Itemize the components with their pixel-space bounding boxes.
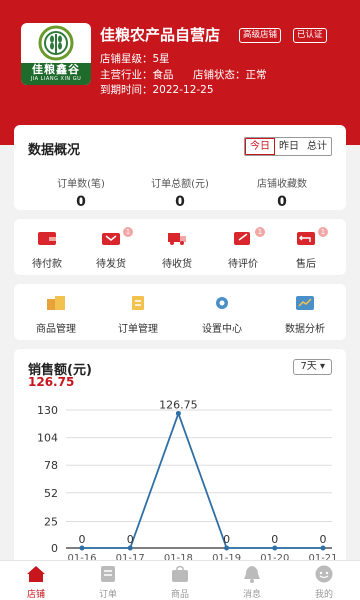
data-point [320,545,326,551]
y-tick-label: 130 [37,404,58,417]
verified-badge: 已认证 [293,28,327,43]
data-label: 126.75 [159,398,198,411]
status-value: 正常 [245,69,267,81]
tab-messages-label: 消息 [242,590,261,600]
stat-value-favorites: 0 [277,194,287,210]
stat-value-orders: 0 [76,194,86,210]
order-pending-review-label: 待评价 [228,259,258,270]
industry-value: 食品 [152,69,174,81]
logo-english-text: JIA LIANG XIN GU [30,76,82,82]
rating-label: 店铺星级： [100,53,153,65]
data-point [127,545,133,551]
y-tick-label: 25 [44,515,58,528]
period-switch: 今日 昨日 总计 [244,137,332,156]
y-tick-label: 104 [37,432,58,445]
order-after-sales-label: 售后 [296,259,316,270]
data-label: 0 [320,533,327,546]
order-list-icon [132,296,144,310]
data-label: 0 [271,533,278,546]
tool-settings-center-label: 设置中心 [202,324,242,335]
rating-value: 5星 [152,53,170,65]
stat-label-orders: 订单数(笔) [57,179,105,190]
expiry-label: 到期时间： [100,84,153,96]
user-icon [315,565,333,583]
data-point [175,410,181,416]
order-pending-receipt-label: 待收货 [162,259,192,270]
data-label: 0 [79,533,86,546]
expiry-value: 2022-12-25 [152,84,214,96]
tab-store-label: 店铺 [26,590,45,600]
data-point [224,545,230,551]
badge-pending-shipment: 1 [123,227,133,237]
tool-data-analysis-label: 数据分析 [285,324,325,335]
tools-card: 商品管理 订单管理 设置中心 数据分析 [14,284,346,340]
store-logo: 佳粮鑫谷 JIA LIANG XIN GU [21,23,91,85]
status-row: 店铺状态：正常 [193,67,267,82]
order-pending-shipment-label: 待发货 [96,259,126,270]
bell-icon [244,566,260,583]
overview-title: 数据概况 [28,143,81,158]
level-badge: 高级店铺 [239,28,282,43]
package-icon [102,233,120,245]
sales-total: 126.75 [28,375,75,389]
badge-after-sales: 1 [318,227,328,237]
data-label: 0 [127,533,134,546]
expiry-row: 到期时间：2022-12-25 [100,82,214,97]
period-total-tab[interactable]: 总计 [303,138,331,155]
tab-messages[interactable]: 消息 [216,561,288,600]
period-yesterday-tab[interactable]: 昨日 [275,138,303,155]
stat-value-amount: 0 [175,194,185,210]
tab-goods[interactable]: 商品 [144,561,216,600]
period-today-tab[interactable]: 今日 [245,138,275,155]
stat-label-amount: 订单总额(元) [151,179,209,190]
bag-icon [172,565,188,582]
analytics-icon [296,296,314,310]
order-pending-payment-label: 待付款 [32,259,62,270]
wheat-logo-icon [38,25,74,61]
order-icon [101,566,115,582]
goods-icon [47,296,65,310]
tab-profile-label: 我的 [314,590,333,600]
return-icon [297,232,315,245]
bottom-tab-bar: 店铺 订单 商品 消息 我的 [0,560,360,600]
tab-goods-label: 商品 [170,590,189,600]
truck-icon [168,233,186,245]
store-header: 佳粮鑫谷 JIA LIANG XIN GU 佳粮农产品自营店 高级店铺 已认证 … [0,0,360,145]
industry-label: 主营行业： [100,69,153,81]
tool-order-management-label: 订单管理 [118,324,158,335]
stat-label-favorites: 店铺收藏数 [257,179,307,190]
y-tick-label: 0 [51,542,58,555]
y-tick-label: 52 [44,487,58,500]
gear-icon [216,297,228,309]
industry-row: 主营行业：食品 [100,67,174,82]
rating-row: 店铺星级：5星 [100,51,170,66]
data-point [272,545,278,551]
tab-store[interactable]: 店铺 [0,561,72,600]
sales-card: 销售额(元) 126.75 7天 ▾ 0 25 52 78 104 130 0 01-16 0 0… [14,349,346,569]
tab-orders[interactable]: 订单 [72,561,144,600]
tab-profile[interactable]: 我的 [288,561,360,600]
y-tick-label: 78 [44,459,58,472]
tool-goods-management-label: 商品管理 [36,324,76,335]
badge-pending-review: 1 [255,227,265,237]
review-icon [234,232,250,245]
home-icon [27,566,45,582]
period-dropdown[interactable]: 7天 ▾ [293,359,332,375]
series-line [82,410,323,549]
data-point [79,545,85,551]
wallet-icon [38,232,56,245]
logo-chinese-text: 佳粮鑫谷 [32,63,80,76]
tab-orders-label: 订单 [98,590,117,600]
order-status-card: 待付款 1 待发货 待收货 1 待评价 1 售后 [14,219,346,275]
store-name: 佳粮农产品自营店 [100,26,221,44]
data-label: 0 [223,533,230,546]
overview-card: 数据概况 今日 昨日 总计 订单数(笔) 0 订单总额(元) 0 店铺收藏数 0 [14,125,346,210]
status-label: 店铺状态： [193,69,246,81]
